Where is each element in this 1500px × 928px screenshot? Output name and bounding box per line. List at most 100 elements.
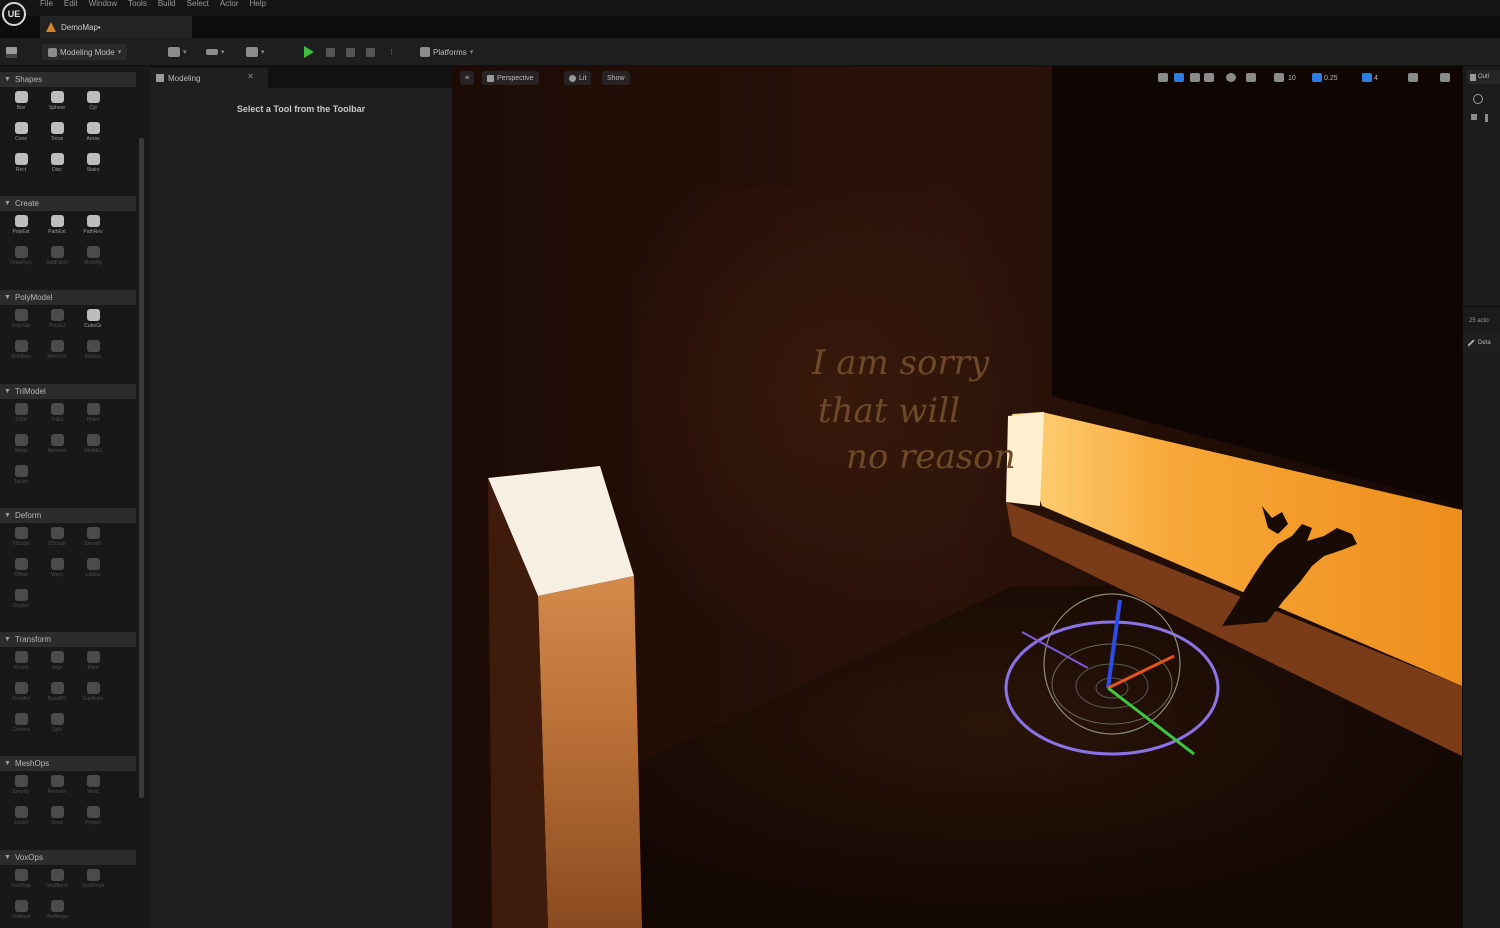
stop-button[interactable]	[346, 44, 355, 60]
tool-button[interactable]: Disc	[39, 153, 75, 181]
world-space-icon[interactable]	[1226, 73, 1236, 82]
tool-button[interactable]: Simpl	[3, 434, 39, 462]
add-actor-button[interactable]: ▾	[168, 44, 187, 60]
tool-button[interactable]: VoxBlend	[39, 869, 75, 897]
tool-button[interactable]: VoxMorph	[75, 869, 111, 897]
section-header[interactable]: ▼ MeshOps	[0, 756, 136, 771]
tool-button[interactable]: Jacket	[3, 465, 39, 493]
menu-edit[interactable]: Edit	[64, 0, 89, 10]
pin-icon[interactable]	[1485, 114, 1488, 122]
tool-button[interactable]: Offset	[3, 558, 39, 586]
tool-button[interactable]: XForm	[3, 651, 39, 679]
section-header[interactable]: ▼ VoxOps	[0, 850, 136, 865]
close-icon[interactable]: ✕	[247, 72, 254, 81]
tool-button[interactable]: VSculpt	[3, 527, 39, 555]
rotate-mode-icon[interactable]	[1190, 73, 1200, 82]
tool-button[interactable]: Project	[75, 806, 111, 834]
lit-button[interactable]: Lit	[564, 71, 592, 85]
tool-button[interactable]: Duplicate	[75, 682, 111, 710]
tool-button[interactable]: AddPatch	[39, 246, 75, 274]
tool-button[interactable]: PolyGrp	[3, 309, 39, 337]
unreal-logo-icon[interactable]: UE	[2, 2, 26, 26]
tool-button[interactable]: DrawPoly	[3, 246, 39, 274]
menu-actor[interactable]: Actor	[220, 0, 250, 10]
tool-button[interactable]: BakeRS	[39, 682, 75, 710]
grid-snap-value[interactable]: 10	[1286, 71, 1298, 85]
section-header[interactable]: ▼ Transform	[0, 632, 136, 647]
tool-button[interactable]: TriEd	[39, 403, 75, 431]
section-header[interactable]: ▼ PolyModel	[0, 290, 136, 305]
tool-button[interactable]: Stairs	[75, 153, 111, 181]
tool-button[interactable]: MshSlc	[75, 340, 111, 368]
tool-button[interactable]: CubeGr	[75, 309, 111, 337]
section-header[interactable]: ▼ Shapes	[0, 72, 136, 87]
tool-button[interactable]: Sphere	[39, 91, 75, 119]
save-button[interactable]	[6, 44, 17, 60]
tool-button[interactable]: TriSel	[3, 403, 39, 431]
section-header[interactable]: ▼ Create	[0, 196, 136, 211]
tool-button[interactable]: Split	[39, 713, 75, 741]
tool-button[interactable]: Align	[39, 651, 75, 679]
perspective-button[interactable]: Perspective	[482, 71, 539, 85]
cinematics-button[interactable]: ▾	[246, 44, 265, 60]
tool-button[interactable]: Jacket	[3, 806, 39, 834]
menu-tools[interactable]: Tools	[128, 0, 158, 10]
tool-button[interactable]: VoxBool	[3, 900, 39, 928]
tool-button[interactable]: PolyEd	[39, 309, 75, 337]
maximize-viewport-icon[interactable]	[1440, 73, 1450, 82]
platforms-button[interactable]: Platforms ▾	[420, 44, 473, 60]
tool-button[interactable]: Holes	[75, 403, 111, 431]
select-mode-icon[interactable]	[1158, 73, 1168, 82]
tool-button[interactable]: PivotAct	[3, 682, 39, 710]
section-header[interactable]: ▼ TriModel	[0, 384, 136, 399]
show-button[interactable]: Show	[602, 71, 630, 85]
tool-button[interactable]: Arrow	[75, 122, 111, 150]
tool-button[interactable]: Rect	[3, 153, 39, 181]
search-icon[interactable]	[1473, 94, 1483, 104]
rotation-snap-value[interactable]: 0.25	[1322, 71, 1340, 85]
section-header[interactable]: ▼ Deform	[0, 508, 136, 523]
tab-details[interactable]: Deta	[1463, 334, 1500, 352]
scale-mode-icon[interactable]	[1204, 73, 1214, 82]
mode-selector[interactable]: Modeling Mode ▾	[42, 44, 128, 60]
tool-button[interactable]: Pivot	[75, 651, 111, 679]
tool-button[interactable]: Cone	[3, 122, 39, 150]
tab-outliner[interactable]: Outl	[1467, 70, 1500, 84]
tool-button[interactable]: WeldEd	[75, 434, 111, 462]
menu-select[interactable]: Select	[187, 0, 220, 10]
tool-button[interactable]: Voxel	[39, 806, 75, 834]
menu-build[interactable]: Build	[158, 0, 187, 10]
viewport-menu-button[interactable]: ≡	[460, 71, 475, 85]
grid-snap-icon[interactable]	[1274, 73, 1284, 82]
menu-file[interactable]: File	[40, 0, 64, 10]
tab-modeling[interactable]: Modeling ✕	[150, 68, 268, 88]
tool-button[interactable]: PolyExt	[3, 215, 39, 243]
tool-button[interactable]: VoxMerge	[39, 900, 75, 928]
tool-button[interactable]: PathExt	[39, 215, 75, 243]
scale-snap-value[interactable]: 4	[1372, 71, 1380, 85]
tool-button[interactable]: Torus	[39, 122, 75, 150]
tool-button[interactable]: Displce	[3, 589, 39, 617]
palette-scrollbar[interactable]	[139, 138, 144, 798]
translate-mode-icon[interactable]	[1174, 73, 1184, 82]
panel-divider[interactable]	[1463, 306, 1500, 307]
tool-button[interactable]: Smooth	[75, 527, 111, 555]
play-options-button[interactable]: ⋮	[388, 44, 395, 60]
tool-button[interactable]: Convert	[3, 713, 39, 741]
tool-button[interactable]: MshTrim	[39, 340, 75, 368]
rotation-snap-icon[interactable]	[1312, 73, 1322, 82]
tool-button[interactable]: Weld	[75, 775, 111, 803]
viewport-scene[interactable]: I am sorry that will no reason	[452, 66, 1462, 928]
tool-button[interactable]: VoxWrap	[3, 869, 39, 897]
tool-button[interactable]: Lattice	[75, 558, 111, 586]
tool-button[interactable]: Cyl	[75, 91, 111, 119]
tool-button[interactable]: MshMrg	[75, 246, 111, 274]
surface-snap-icon[interactable]	[1246, 73, 1256, 82]
menu-help[interactable]: Help	[250, 0, 277, 10]
tool-button[interactable]: Warp	[39, 558, 75, 586]
blueprints-button[interactable]: ▾	[206, 44, 225, 60]
level-viewport[interactable]: I am sorry that will no reason ≡ Perspec…	[452, 66, 1462, 928]
map-tab[interactable]: DemoMap•	[40, 16, 192, 38]
tool-button[interactable]: DSculpt	[39, 527, 75, 555]
tool-button[interactable]: Remesh	[39, 434, 75, 462]
